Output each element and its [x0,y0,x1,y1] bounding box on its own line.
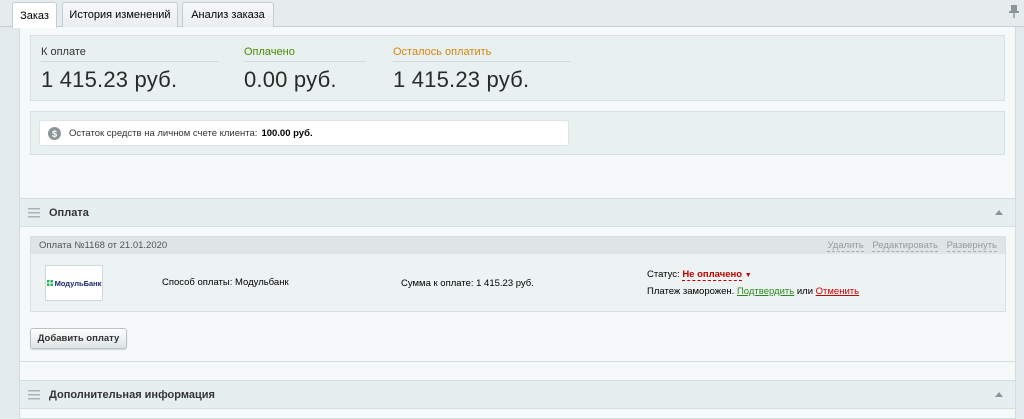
payment-status: Статус: Не оплачено ▼ [647,269,752,281]
balance-info: $ Остаток средств на личном счете клиент… [39,120,569,146]
status-dropdown[interactable]: Не оплачено [682,269,743,281]
paid-label: Оплачено [244,46,366,62]
remaining-value: 1 415.23 руб. [393,67,530,92]
modulbank-logo-icon [46,280,53,286]
svg-text:$: $ [52,128,57,138]
modulbank-logo: МодульБанк [45,265,103,301]
paid-block: Оплачено 0.00 руб. [244,46,366,93]
remaining-label: Осталось оплатить [393,46,571,62]
payment-card-header: Оплата №1168 от 21.01.2020 Удалить Редак… [31,237,1005,254]
balance-text: Остаток средств на личном счете клиента: [69,127,258,139]
payment-section: Оплата Оплата №1168 от 21.01.2020 Удалит… [19,198,1016,362]
payment-section-title: Оплата [49,206,89,219]
frozen-text: Платеж заморожен. [647,286,735,297]
payment-method: Способ оплаты: Модульбанк [162,277,289,288]
confirm-link[interactable]: Подтвердить [737,286,794,297]
cancel-link[interactable]: Отменить [816,286,859,297]
tab-bar: Заказ История изменений Анализ заказа [0,0,1024,28]
additional-info-header: Дополнительная информация [20,381,1015,409]
tab-history[interactable]: История изменений [62,2,178,27]
additional-info-section: Дополнительная информация [19,380,1016,419]
status-label: Статус: [647,269,680,280]
remaining-block: Осталось оплатить 1 415.23 руб. [393,46,571,93]
balance-value: 100.00 руб. [261,127,313,139]
expand-payment-link[interactable]: Развернуть [946,240,997,252]
collapse-icon[interactable] [995,392,1003,397]
drag-handle-icon[interactable] [28,208,40,218]
payment-number: Оплата №1168 от 21.01.2020 [39,240,168,251]
drag-handle-icon[interactable] [28,390,40,400]
coin-icon: $ [48,126,61,140]
to-pay-label: К оплате [41,46,219,62]
delete-payment-link[interactable]: Удалить [827,240,864,252]
payment-amount: Сумма к оплате: 1 415.23 руб. [401,278,534,289]
payment-section-header: Оплата [20,199,1015,227]
payment-actions: Удалить Редактировать Развернуть [821,240,997,252]
payment-card: Оплата №1168 от 21.01.2020 Удалить Редак… [30,236,1006,312]
tab-analysis[interactable]: Анализ заказа [182,2,274,27]
or-text: или [796,286,814,297]
pin-icon[interactable] [1008,4,1020,18]
additional-info-title: Дополнительная информация [49,388,215,401]
balance-block: $ Остаток средств на личном счете клиент… [30,111,1005,155]
paid-value: 0.00 руб. [244,67,337,92]
payment-summary: К оплате 1 415.23 руб. Оплачено 0.00 руб… [30,35,1005,101]
edit-payment-link[interactable]: Редактировать [872,240,938,252]
chevron-down-icon[interactable]: ▼ [745,272,752,279]
tab-order[interactable]: Заказ [12,2,57,28]
modulbank-logo-text: МодульБанк [54,278,102,288]
to-pay-value: 1 415.23 руб. [41,67,178,92]
payment-frozen: Платеж заморожен. Подтвердить или Отмени… [647,286,859,297]
collapse-icon[interactable] [995,210,1003,215]
add-payment-button[interactable]: Добавить оплату [30,328,127,349]
to-pay-block: К оплате 1 415.23 руб. [41,46,219,93]
